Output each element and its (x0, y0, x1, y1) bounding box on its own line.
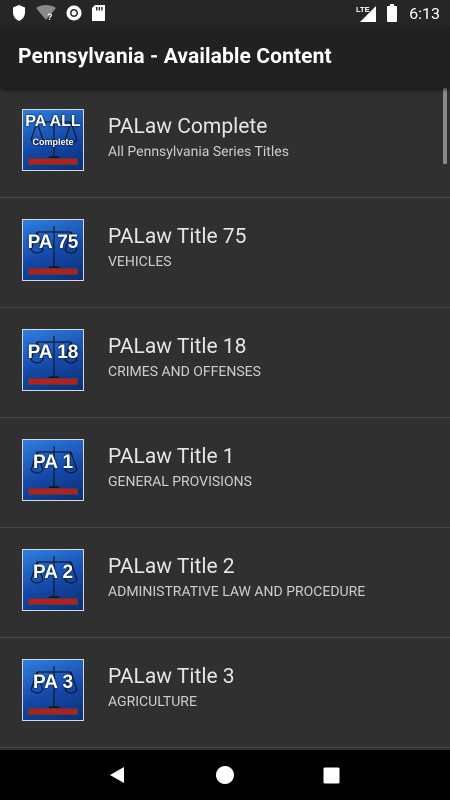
shield-icon (13, 5, 25, 21)
battery-icon (387, 4, 398, 22)
thumbnail-code: PA 3 (32, 672, 74, 693)
wifi-unknown-icon: ? (36, 5, 56, 21)
list-item-subtitle: ADMINISTRATIVE LAW AND PROCEDURE (108, 584, 366, 600)
title-thumbnail-icon: PA 3 (22, 659, 84, 721)
list-item-text: PALaw Title 18 CRIMES AND OFFENSES (108, 335, 261, 381)
recents-icon (323, 767, 340, 783)
status-bar: ? LTE 6:13 (0, 0, 450, 26)
thumbnail-banner (28, 268, 78, 275)
title-thumbnail-icon: PA 18 (22, 329, 84, 391)
content-list[interactable]: PA ALL Complete PALaw Complete All Penns… (0, 88, 450, 750)
circle-status-icon (66, 5, 82, 21)
sd-card-icon (92, 5, 105, 21)
app-bar: Pennsylvania - Available Content (0, 26, 450, 88)
list-item-title: PALaw Complete (108, 115, 268, 139)
title-thumbnail-icon: PA 75 (22, 219, 84, 281)
cell-signal-icon: LTE (356, 5, 377, 22)
thumbnail-code: PA ALL (25, 113, 81, 130)
scrollbar[interactable] (443, 88, 447, 164)
page-title: Pennsylvania - Available Content (18, 45, 332, 69)
list-item-title-18[interactable]: PA 18 PALaw Title 18 CRIMES AND OFFENSES (0, 308, 450, 418)
status-icons-right: LTE 6:13 (355, 4, 440, 23)
thumbnail-banner (28, 158, 78, 165)
list-item-title-1[interactable]: PA 1 PALaw Title 1 GENERAL PROVISIONS (0, 418, 450, 528)
list-item-text: PALaw Title 2 ADMINISTRATIVE LAW AND PRO… (108, 555, 365, 601)
back-icon (110, 767, 125, 783)
list-item-text: PALaw Title 1 GENERAL PROVISIONS (108, 445, 252, 491)
list-item-title-3[interactable]: PA 3 PALaw Title 3 AGRICULTURE (0, 638, 450, 748)
list-item-title: PALaw Title 1 (108, 445, 235, 469)
status-time: 6:13 (409, 3, 440, 23)
list-item-title: PALaw Title 75 (108, 225, 247, 249)
navigation-bar (0, 750, 450, 800)
list-item-title: PALaw Title 3 (108, 665, 235, 689)
thumbnail-code: PA 2 (32, 562, 74, 583)
recents-button[interactable] (312, 755, 352, 795)
home-icon (215, 766, 234, 784)
network-type-label: LTE (356, 5, 370, 14)
title-thumbnail-icon: PA 2 (22, 549, 84, 611)
thumbnail-banner (28, 378, 78, 385)
list-item-title: PALaw Title 18 (108, 335, 247, 359)
thumbnail-banner (28, 488, 78, 495)
list-item-subtitle: VEHICLES (108, 254, 172, 270)
list-item-subtitle: CRIMES AND OFFENSES (108, 364, 261, 380)
list-item-palaw-complete[interactable]: PA ALL Complete PALaw Complete All Penns… (0, 88, 450, 198)
home-button[interactable] (205, 755, 245, 795)
list-item-title-75[interactable]: PA 75 PALaw Title 75 VEHICLES (0, 198, 450, 308)
list-item-title-2[interactable]: PA 2 PALaw Title 2 ADMINISTRATIVE LAW AN… (0, 528, 450, 638)
back-button[interactable] (98, 755, 138, 795)
list-item-title: PALaw Title 2 (108, 555, 235, 579)
thumbnail-code: PA 75 (27, 232, 79, 253)
status-icons-left: ? (12, 5, 105, 21)
list-item-text: PALaw Title 75 VEHICLES (108, 225, 246, 271)
thumbnail-code: PA 1 (32, 452, 74, 473)
thumbnail-code: PA 18 (27, 342, 79, 363)
thumbnail-banner (28, 708, 78, 715)
thumbnail-subtext: Complete (32, 137, 74, 147)
title-thumbnail-icon: PA ALL Complete (22, 109, 84, 171)
list-item-subtitle: GENERAL PROVISIONS (108, 474, 252, 490)
list-item-text: PALaw Title 3 AGRICULTURE (108, 665, 235, 711)
svg-text:?: ? (47, 12, 53, 21)
list-item-text: PALaw Complete All Pennsylvania Series T… (108, 115, 289, 161)
list-item-subtitle: AGRICULTURE (108, 694, 197, 710)
thumbnail-banner (28, 598, 78, 605)
title-thumbnail-icon: PA 1 (22, 439, 84, 501)
list-item-subtitle: All Pennsylvania Series Titles (108, 144, 289, 160)
